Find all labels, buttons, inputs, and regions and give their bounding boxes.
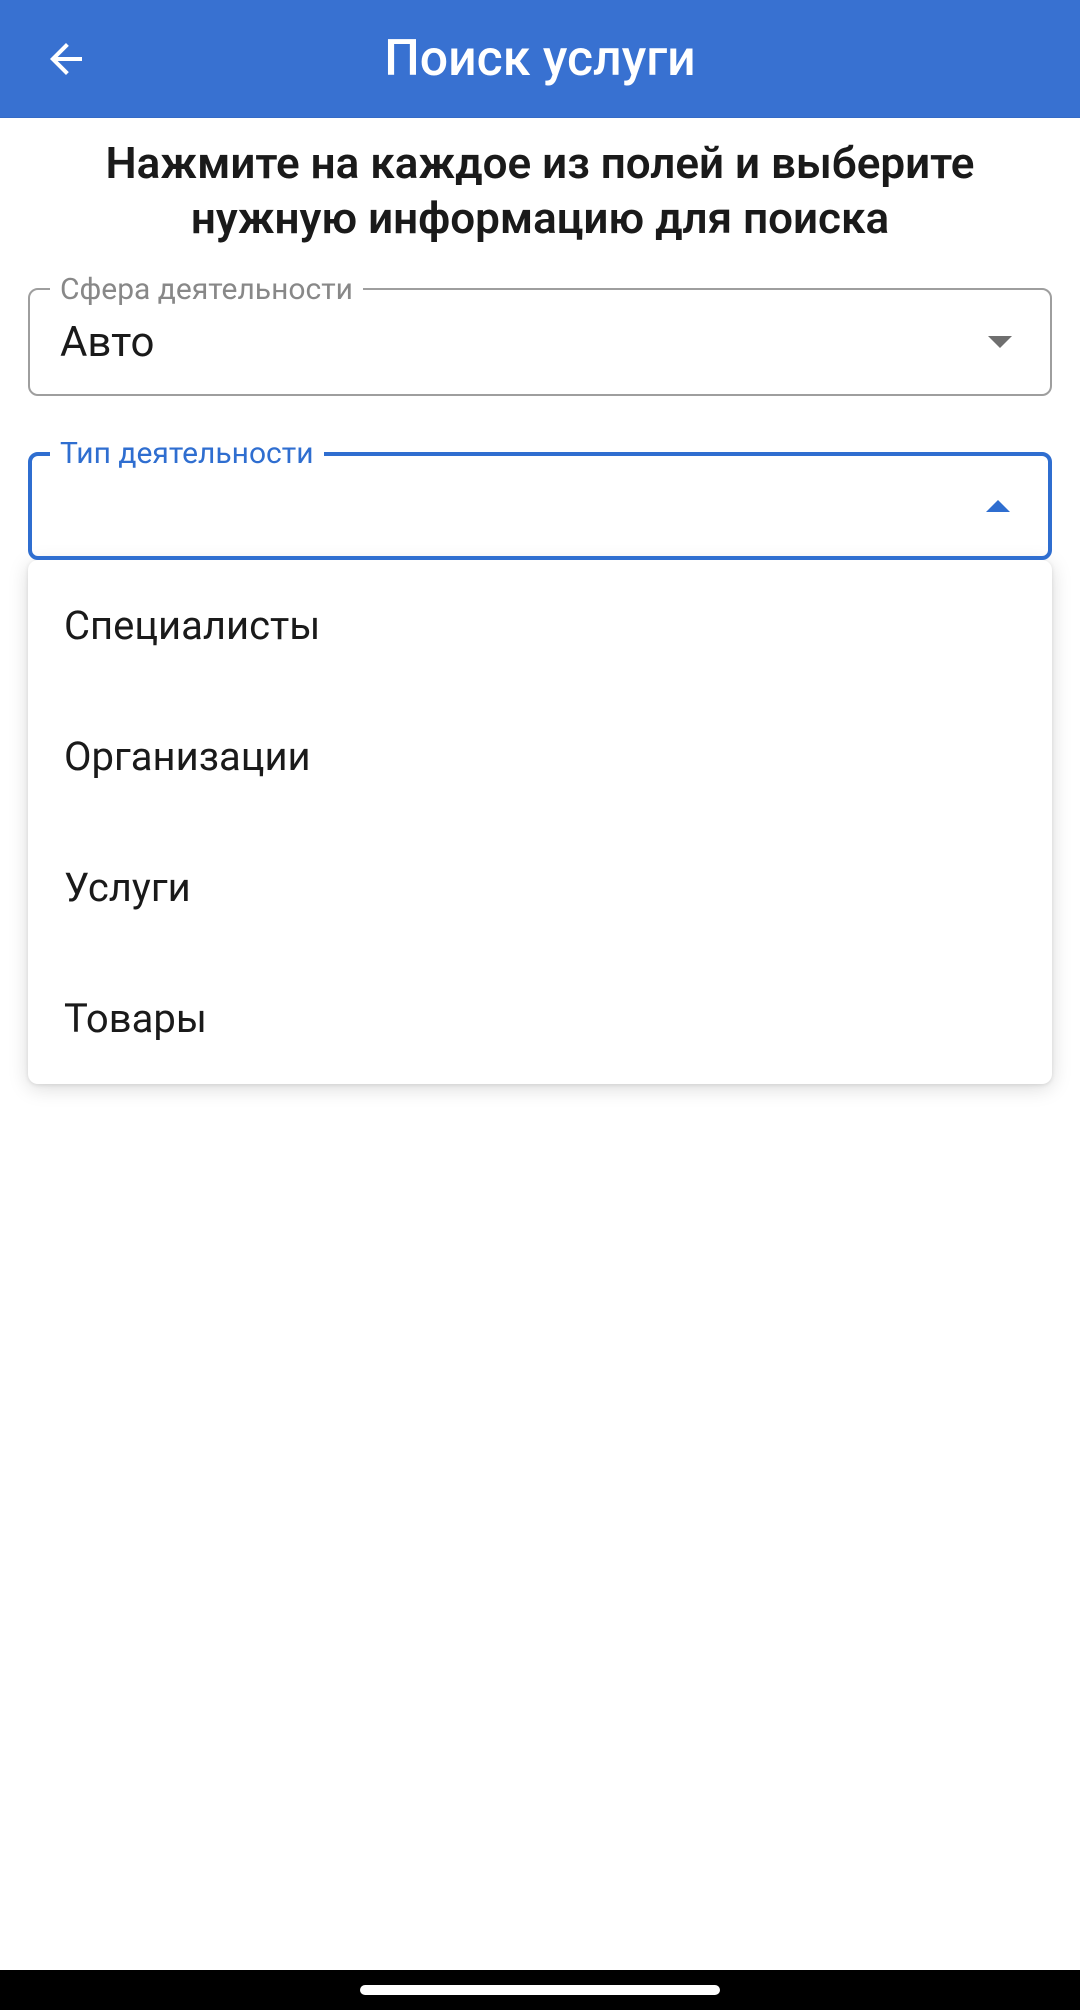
- app-header: Поиск услуги: [0, 0, 1080, 118]
- page-title: Поиск услуги: [0, 30, 1080, 88]
- field-sphere-group: Сфера деятельности Авто: [28, 288, 1052, 396]
- arrow-left-icon: [42, 35, 90, 83]
- chevron-down-icon: [988, 336, 1012, 348]
- dropdown-menu: Специалисты Организации Услуги Товары: [28, 560, 1052, 1084]
- home-indicator[interactable]: [360, 1985, 720, 1995]
- field-type-label: Тип деятельности: [50, 436, 324, 471]
- dropdown-option-goods[interactable]: Товары: [28, 953, 1052, 1084]
- field-type-group: Тип деятельности Специалисты Организации…: [28, 452, 1052, 1084]
- dropdown-option-specialists[interactable]: Специалисты: [28, 560, 1052, 691]
- dropdown-option-services[interactable]: Услуги: [28, 822, 1052, 953]
- chevron-up-icon: [986, 500, 1010, 512]
- instruction-text: Нажмите на каждое из полей и выберите ну…: [28, 136, 1052, 274]
- system-nav-bar: [0, 1970, 1080, 2010]
- dropdown-option-organizations[interactable]: Организации: [28, 691, 1052, 822]
- field-sphere-label: Сфера деятельности: [50, 272, 363, 307]
- back-button[interactable]: [42, 35, 90, 83]
- field-sphere-value: Авто: [60, 318, 988, 367]
- form-content: Нажмите на каждое из полей и выберите ну…: [0, 118, 1080, 1084]
